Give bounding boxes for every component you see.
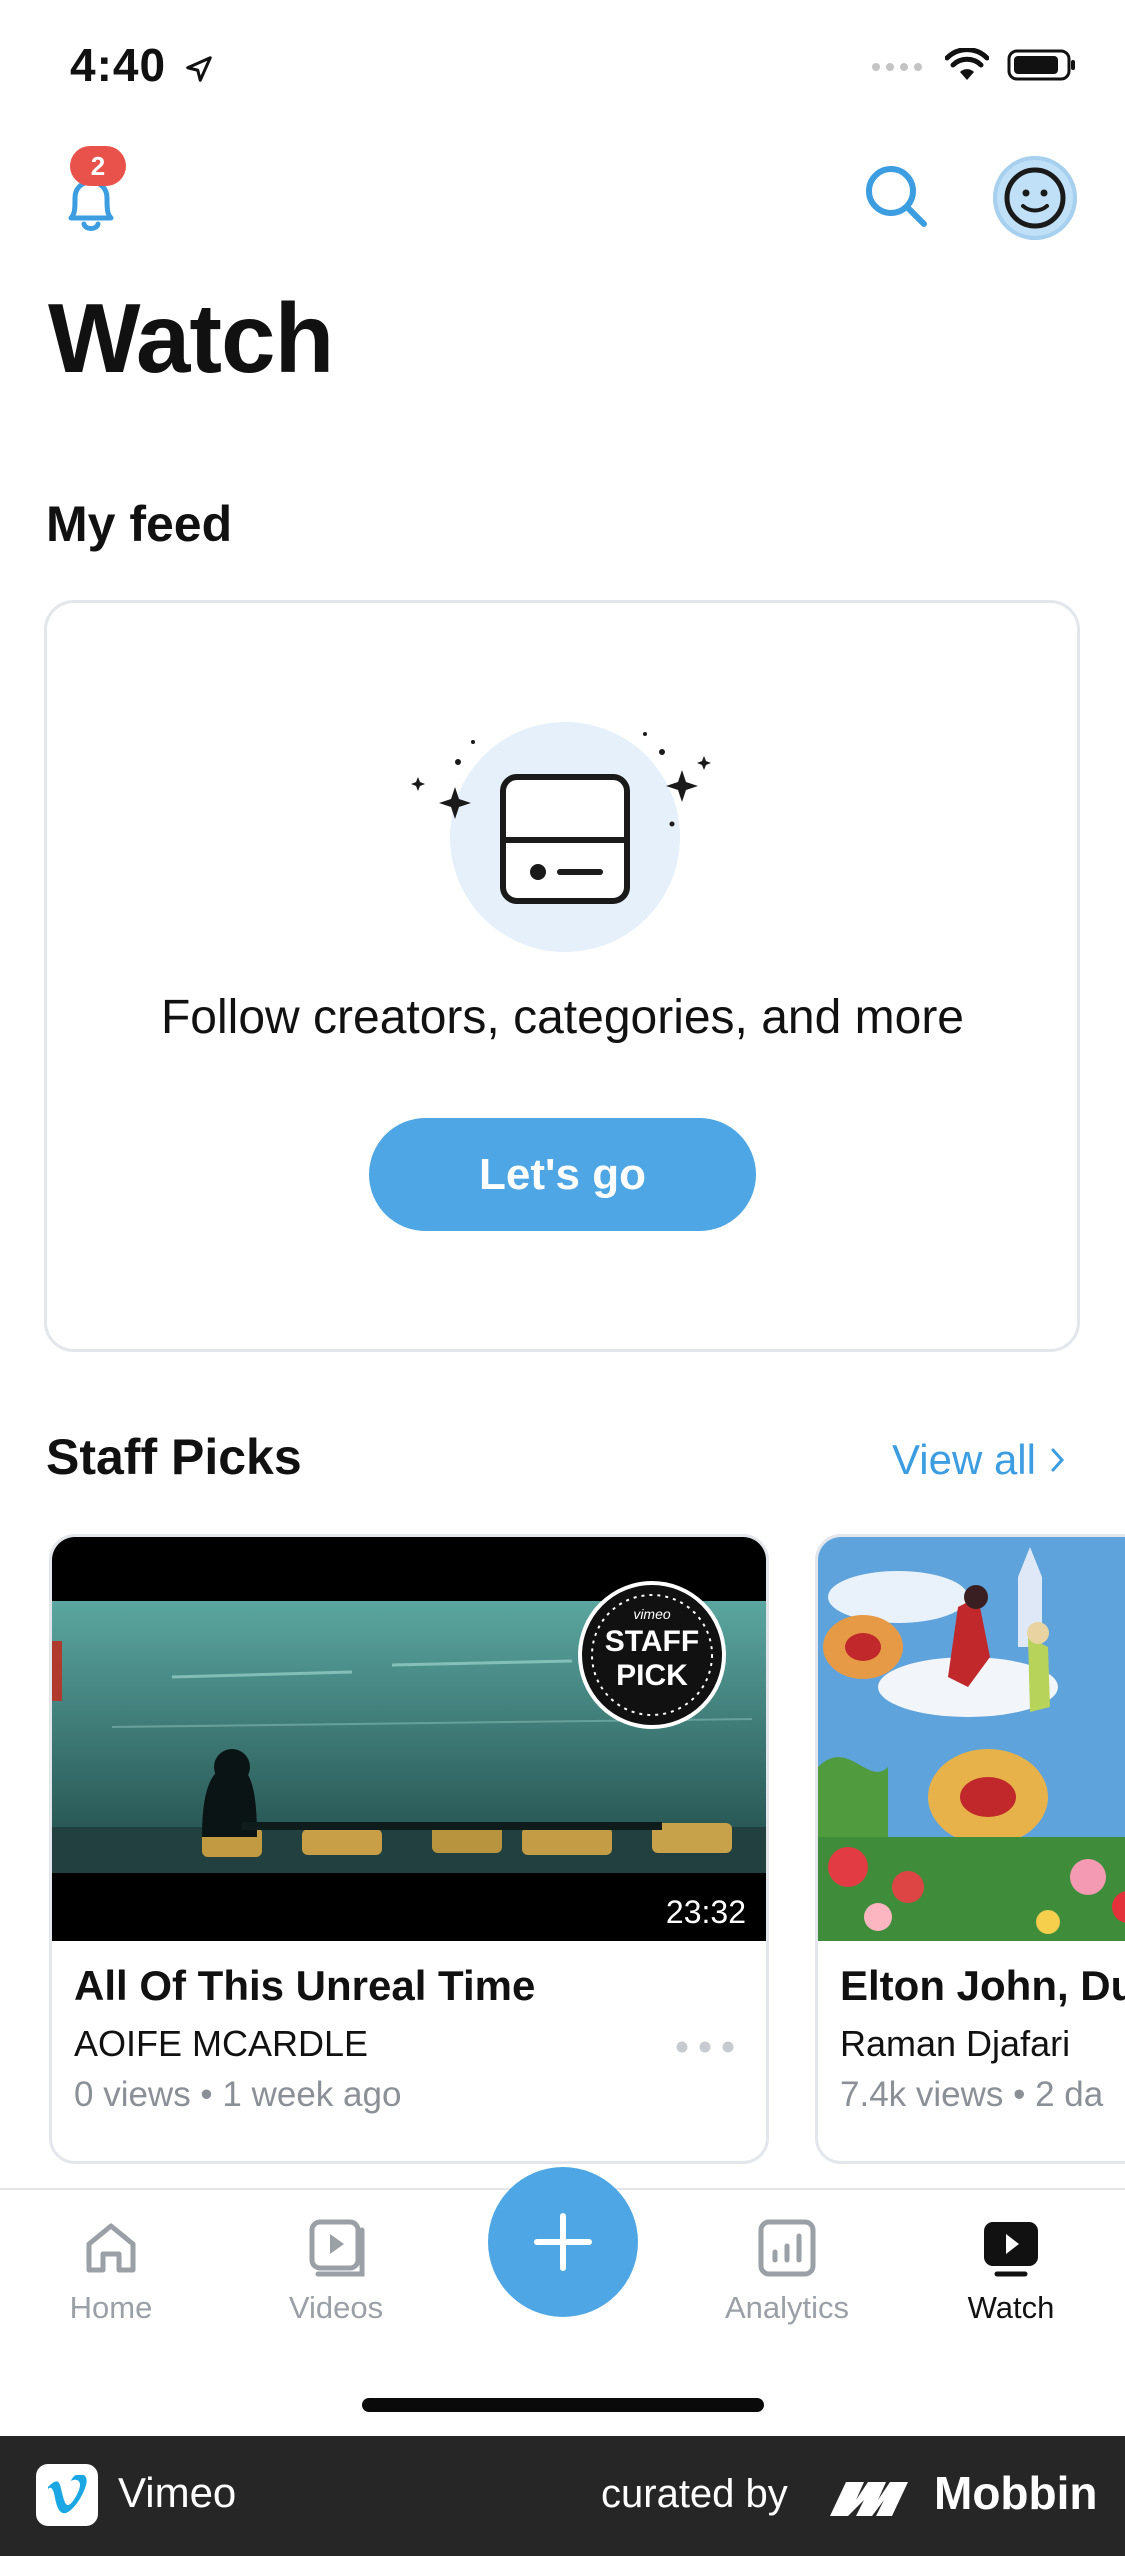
my-feed-heading: My feed <box>46 496 233 552</box>
smiley-face-icon <box>1004 167 1066 229</box>
staff-pick-brand: vimeo <box>633 1606 671 1622</box>
video-duration: 23:32 <box>655 1892 756 1933</box>
feed-message: Follow creators, categories, and more <box>160 991 964 1044</box>
notification-count: 2 <box>90 150 106 181</box>
home-indicator[interactable] <box>362 2398 764 2412</box>
search-icon[interactable] <box>858 158 934 234</box>
watch-icon <box>984 2222 1038 2277</box>
status-indicators <box>871 48 1077 82</box>
tab-analytics[interactable]: Analytics <box>697 2216 877 2326</box>
tab-analytics-label: Analytics <box>724 2290 850 2325</box>
vimeo-logo-icon <box>36 2464 98 2526</box>
mobbin-logo-icon <box>830 2482 908 2516</box>
video-creator: Raman Djafari <box>840 2023 1071 2064</box>
more-options-icon[interactable] <box>674 2037 736 2057</box>
plus-icon <box>534 2213 592 2271</box>
video-thumbnail-image <box>818 1537 1125 1941</box>
video-creator: AOIFE MCARDLE <box>74 2023 369 2064</box>
home-icon <box>86 2223 136 2273</box>
tab-watch-label: Watch <box>967 2290 1055 2325</box>
my-feed-card <box>44 600 1080 1352</box>
video-meta: 0 views • 1 week ago <box>74 2075 402 2114</box>
signal-icon <box>872 63 922 71</box>
mobbin-brand: Mobbin <box>934 2467 1098 2519</box>
staff-picks-heading: Staff Picks <box>46 1429 302 1485</box>
lets-go-button[interactable]: Let's go <box>369 1118 756 1231</box>
video-title: Elton John, Du <box>840 1962 1125 2009</box>
videos-icon <box>309 2219 365 2277</box>
tab-watch[interactable]: Watch <box>921 2216 1101 2326</box>
location-arrow-icon <box>186 56 212 82</box>
feed-illustration-icon <box>411 722 711 952</box>
video-title: All Of This Unreal Time <box>74 1962 536 2009</box>
view-all-label: View all <box>892 1436 1036 1483</box>
video-thumbnail[interactable]: vimeo STAFF PICK 23:32 <box>52 1537 766 1941</box>
battery-icon <box>1007 49 1075 81</box>
notification-badge: 2 <box>70 146 126 186</box>
analytics-icon <box>758 2219 816 2277</box>
staff-pick-line2: PICK <box>616 1659 688 1692</box>
status-time: 4:40 <box>70 38 214 92</box>
video-card[interactable]: vimeo STAFF PICK 23:32 All Of This Unrea… <box>49 1534 769 2164</box>
video-meta: 7.4k views • 2 da <box>840 2075 1104 2114</box>
avatar[interactable] <box>993 156 1077 240</box>
staff-pick-line1: STAFF <box>605 1625 699 1658</box>
status-time-text: 4:40 <box>70 39 167 91</box>
tab-home-label: Home <box>69 2290 153 2325</box>
video-card[interactable]: Elton John, Du Raman Djafari 7.4k views … <box>815 1534 1125 2164</box>
footer-banner: Vimeo curated by Mobbin <box>0 2436 1125 2556</box>
view-all-link[interactable]: View all <box>892 1436 1066 1484</box>
wifi-icon <box>945 48 989 80</box>
footer-app-name: Vimeo <box>118 2469 237 2516</box>
add-button[interactable] <box>488 2167 638 2317</box>
chevron-right-icon <box>1051 1448 1064 1472</box>
tab-videos-label: Videos <box>288 2290 384 2325</box>
tab-videos[interactable]: Videos <box>246 2216 426 2326</box>
tab-home[interactable]: Home <box>21 2216 201 2326</box>
page-title: Watch <box>48 283 334 393</box>
video-thumbnail-image: vimeo STAFF PICK <box>52 1537 766 1941</box>
video-thumbnail[interactable] <box>818 1537 1125 1941</box>
curated-by-text: curated by <box>601 2472 788 2516</box>
lets-go-label: Let's go <box>479 1149 646 1199</box>
